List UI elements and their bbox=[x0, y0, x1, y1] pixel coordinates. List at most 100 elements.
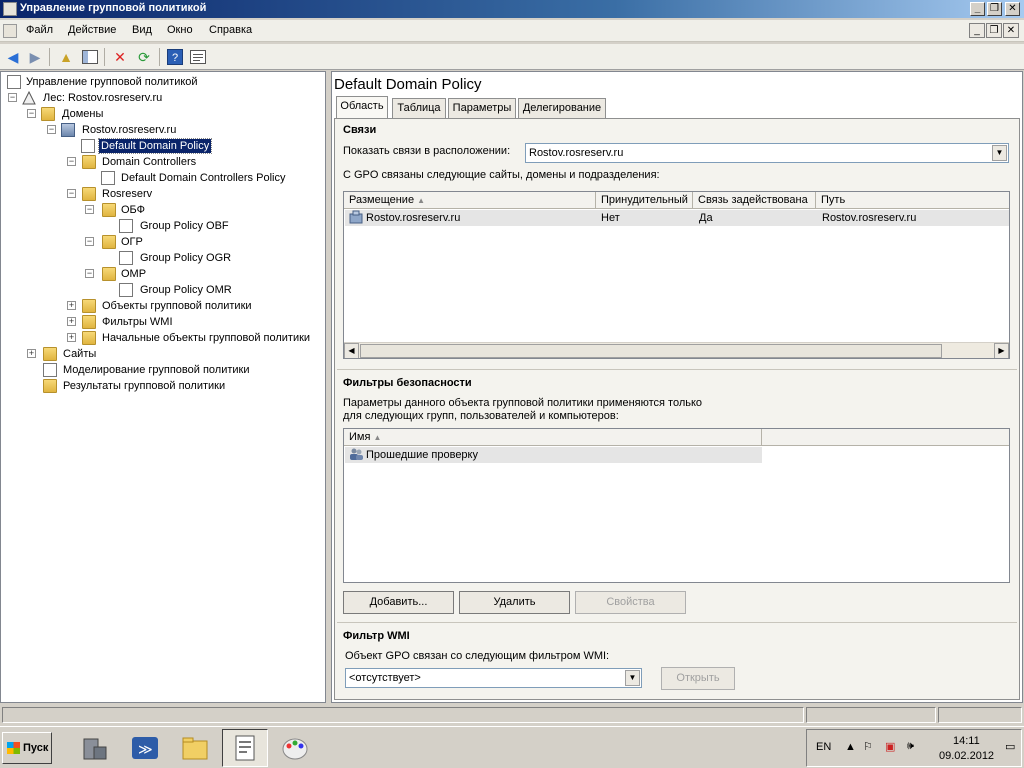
forward-arrow-icon[interactable]: ▶ bbox=[25, 47, 45, 67]
modeling-icon bbox=[43, 363, 57, 377]
delete-icon[interactable]: ✕ bbox=[110, 47, 130, 67]
menu-bar: Файл Действие Вид Окно Справка _ ❐ ✕ bbox=[0, 20, 1024, 42]
links-location-select[interactable]: Rostov.rosreserv.ru ▼ bbox=[525, 143, 1009, 163]
show-tree-icon[interactable] bbox=[80, 47, 100, 67]
gpo-link-icon bbox=[101, 171, 115, 185]
back-arrow-icon[interactable]: ◀ bbox=[3, 47, 23, 67]
tree-ogr-label: ОГР bbox=[121, 236, 143, 248]
collapse-icon[interactable]: − bbox=[67, 157, 76, 166]
tab-scope[interactable]: Область bbox=[336, 96, 388, 119]
col-path[interactable]: Путь bbox=[816, 192, 1009, 209]
chevron-down-icon[interactable]: ▼ bbox=[625, 670, 640, 686]
tree-domain-controllers-label: Domain Controllers bbox=[102, 156, 197, 168]
help-icon[interactable]: ? bbox=[165, 47, 185, 67]
gpmc-app-icon[interactable] bbox=[3, 2, 17, 16]
col-name[interactable]: Имя ▲ bbox=[344, 429, 762, 446]
minimize-button[interactable]: _ bbox=[970, 2, 985, 16]
collapse-icon[interactable]: − bbox=[27, 109, 36, 118]
action-center-flag-icon[interactable]: ⚐ bbox=[863, 740, 873, 753]
show-desktop-icon[interactable]: ▭ bbox=[1005, 740, 1015, 753]
security-description-1: Параметры данного объекта групповой поли… bbox=[343, 397, 703, 409]
links-horizontal-scrollbar[interactable]: ◀ ▶ bbox=[344, 342, 1009, 358]
expand-icon[interactable]: + bbox=[27, 349, 36, 358]
tree-obf-policy-label: Group Policy OBF bbox=[140, 220, 229, 232]
menu-file[interactable]: Файл bbox=[26, 24, 53, 36]
scroll-thumb[interactable] bbox=[360, 344, 942, 358]
security-heading: Фильтры безопасности bbox=[343, 377, 472, 389]
status-segment bbox=[938, 707, 1022, 723]
tab-details[interactable]: Таблица bbox=[392, 98, 446, 118]
tree-starter-gpos-label: Начальные объекты групповой политики bbox=[102, 332, 311, 344]
collapse-icon[interactable]: − bbox=[85, 237, 94, 246]
security-list[interactable]: Имя ▲ Прошедшие проверку bbox=[343, 428, 1010, 583]
status-bar bbox=[0, 706, 1024, 724]
collapse-icon[interactable]: − bbox=[47, 125, 56, 134]
show-hidden-icons-icon[interactable]: ▲ bbox=[845, 741, 856, 753]
child-restore-button[interactable]: ❐ bbox=[986, 23, 1002, 38]
document-system-icon[interactable] bbox=[3, 24, 17, 38]
col-location[interactable]: Размещение ▲ bbox=[344, 192, 596, 209]
sites-icon bbox=[43, 347, 57, 361]
properties-button[interactable]: Свойства bbox=[575, 591, 686, 614]
tree-modeling-label: Моделирование групповой политики bbox=[63, 364, 250, 376]
child-minimize-button[interactable]: _ bbox=[969, 23, 985, 38]
link-enabled-cell: Да bbox=[699, 212, 713, 224]
svg-text:≫: ≫ bbox=[138, 741, 153, 757]
expand-icon[interactable]: + bbox=[67, 333, 76, 342]
wmi-filter-value: <отсутствует> bbox=[349, 672, 421, 684]
close-button[interactable]: ✕ bbox=[1005, 2, 1020, 16]
tree-root-label: Управление групповой политикой bbox=[26, 76, 198, 88]
powershell-icon[interactable]: ≫ bbox=[122, 729, 168, 767]
menu-action[interactable]: Действие bbox=[68, 24, 116, 36]
network-icon[interactable]: ▣ bbox=[885, 740, 895, 753]
clock-date[interactable]: 09.02.2012 bbox=[939, 750, 994, 762]
gpo-link-icon bbox=[81, 139, 95, 153]
paint-icon[interactable] bbox=[272, 729, 318, 767]
child-close-button[interactable]: ✕ bbox=[1003, 23, 1019, 38]
refresh-icon[interactable]: ⟳ bbox=[134, 47, 154, 67]
tree-domains-label: Домены bbox=[62, 108, 104, 120]
collapse-icon[interactable]: − bbox=[85, 205, 94, 214]
ou-folder-icon bbox=[82, 155, 96, 169]
col-link-enabled[interactable]: Связь задействована bbox=[693, 192, 816, 209]
collapse-icon[interactable]: − bbox=[67, 189, 76, 198]
volume-icon[interactable]: 🕪 bbox=[907, 740, 914, 753]
wmi-filter-select[interactable]: <отсутствует> ▼ bbox=[345, 668, 642, 688]
tab-settings[interactable]: Параметры bbox=[448, 98, 516, 118]
forest-icon bbox=[22, 90, 36, 105]
tree-ogr-policy-label: Group Policy OGR bbox=[140, 252, 232, 264]
ou-folder-icon bbox=[82, 187, 96, 201]
col-enforced[interactable]: Принудительный bbox=[596, 192, 693, 209]
scroll-left-icon[interactable]: ◀ bbox=[344, 343, 359, 358]
restore-button[interactable]: ❐ bbox=[987, 2, 1002, 16]
menu-window[interactable]: Окно bbox=[167, 24, 193, 36]
links-list[interactable]: Размещение ▲ Принудительный Связь задейс… bbox=[343, 191, 1010, 359]
toolbar: ◀ ▶ ▲ ✕ ⟳ ? bbox=[0, 44, 1024, 70]
add-button[interactable]: Добавить... bbox=[343, 591, 454, 614]
server-manager-icon[interactable] bbox=[72, 729, 118, 767]
tab-delegation[interactable]: Делегирование bbox=[518, 98, 606, 118]
start-button[interactable]: Пуск bbox=[2, 732, 52, 764]
clock-time[interactable]: 14:11 bbox=[953, 735, 980, 747]
gpo-title: Default Domain Policy bbox=[334, 76, 482, 93]
language-indicator[interactable]: EN bbox=[816, 741, 831, 753]
tree-domain-label: Rostov.rosreserv.ru bbox=[82, 124, 177, 136]
collapse-icon[interactable]: − bbox=[8, 93, 17, 102]
chevron-down-icon[interactable]: ▼ bbox=[992, 145, 1007, 161]
explorer-icon[interactable] bbox=[172, 729, 218, 767]
scroll-right-icon[interactable]: ▶ bbox=[994, 343, 1009, 358]
remove-button[interactable]: Удалить bbox=[459, 591, 570, 614]
menu-view[interactable]: Вид bbox=[132, 24, 152, 36]
open-button[interactable]: Открыть bbox=[661, 667, 735, 690]
up-folder-icon[interactable]: ▲ bbox=[56, 47, 76, 67]
collapse-icon[interactable]: − bbox=[85, 269, 94, 278]
menu-help[interactable]: Справка bbox=[209, 24, 252, 36]
status-segment bbox=[806, 707, 936, 723]
ou-folder-icon bbox=[102, 203, 116, 217]
expand-icon[interactable]: + bbox=[67, 301, 76, 310]
window-title: Управление групповой политикой bbox=[20, 2, 207, 14]
properties-icon[interactable] bbox=[188, 47, 208, 67]
expand-icon[interactable]: + bbox=[67, 317, 76, 326]
windows-flag-icon bbox=[7, 742, 20, 754]
gpmc-taskbar-icon[interactable] bbox=[222, 729, 268, 767]
